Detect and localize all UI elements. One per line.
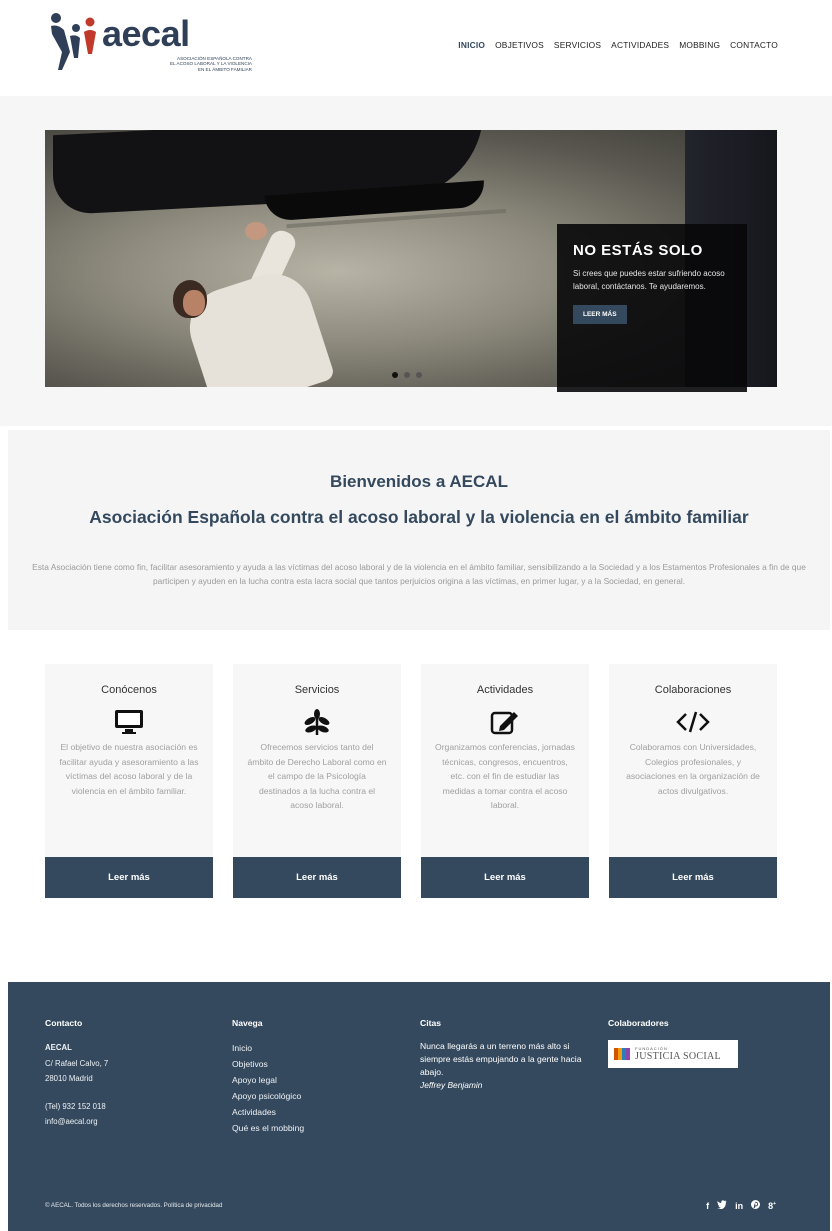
footer-nav: Navega Inicio Objetivos Apoyo legal Apoy… xyxy=(232,1018,304,1136)
monitor-icon xyxy=(109,706,149,738)
card-text: Colaboramos con Universidades, Colegios … xyxy=(626,742,760,796)
slide-caption: NO ESTÁS SOLO Si crees que puedes estar … xyxy=(557,224,747,392)
card-title: Actividades xyxy=(476,684,534,696)
google-plus-icon[interactable]: 8+ xyxy=(768,1196,776,1214)
nav-inicio[interactable]: INICIO xyxy=(458,38,485,52)
card-read-more-button[interactable]: Leer más xyxy=(45,857,213,898)
quote-text: Nunca llegarás a un terreno más alto si … xyxy=(420,1041,582,1077)
card-text: El objetivo de nuestra asociación es fac… xyxy=(59,742,199,796)
welcome-subtitle: Asociación Española contra el acoso labo… xyxy=(89,507,749,527)
footer-link-actividades[interactable]: Actividades xyxy=(232,1104,304,1120)
footer-link-objetivos[interactable]: Objetivos xyxy=(232,1056,304,1072)
footer-heading: Navega xyxy=(232,1018,263,1028)
nav-actividades[interactable]: ACTIVIDADES xyxy=(611,38,669,52)
footer-link-inicio[interactable]: Inicio xyxy=(232,1040,304,1056)
card-read-more-button[interactable]: Leer más xyxy=(609,857,777,898)
contact-address-2: 28010 Madrid xyxy=(45,1074,93,1083)
card-title: Conócenos xyxy=(101,684,157,696)
card-actividades: Actividades Organizamos conferencias, jo… xyxy=(421,664,589,898)
edit-icon xyxy=(485,706,525,738)
welcome-title: Bienvenidos a AECAL xyxy=(330,472,508,491)
twitter-icon[interactable] xyxy=(717,1196,728,1214)
logo-wordmark: aecal xyxy=(102,13,190,54)
main-nav: INICIO OBJETIVOS SERVICIOS ACTIVIDADES M… xyxy=(458,38,778,52)
contact-phone: (Tel) 932 152 018 xyxy=(45,1101,106,1111)
slide-image-man xyxy=(179,263,336,387)
copyright-text: © AECAL. Todos los derechos reservados. … xyxy=(45,1202,223,1209)
code-icon xyxy=(673,706,713,738)
leaf-icon xyxy=(297,706,337,738)
social-links: f in 8+ xyxy=(706,1196,776,1214)
footer-heading: Citas xyxy=(420,1018,442,1028)
slider-dot-3[interactable] xyxy=(416,372,422,378)
footer-heading: Colaboradores xyxy=(608,1018,669,1028)
welcome-section: Bienvenidos a AECAL Asociación Española … xyxy=(8,430,830,630)
footer-link-apoyo-psicologico[interactable]: Apoyo psicológico xyxy=(232,1088,304,1104)
footer-collaborators: Colaboradores FUNDACIÓN JUSTICIA SOCIAL xyxy=(608,1018,738,1068)
pinterest-icon[interactable] xyxy=(751,1196,761,1214)
footer-contact: Contacto AECAL C/ Rafael Calvo, 7 28010 … xyxy=(45,1018,108,1130)
facebook-icon[interactable]: f xyxy=(706,1196,709,1214)
justicia-social-logo[interactable]: FUNDACIÓN JUSTICIA SOCIAL xyxy=(608,1040,738,1068)
slide-text: Si crees que puedes estar sufriendo acos… xyxy=(573,269,725,291)
nav-servicios[interactable]: SERVICIOS xyxy=(554,38,601,52)
slide-title: NO ESTÁS SOLO xyxy=(573,242,703,259)
logo-tagline: ASOCIACIÓN ESPAÑOLA CONTRA EL ACOSO LABO… xyxy=(170,56,252,72)
card-read-more-button[interactable]: Leer más xyxy=(421,857,589,898)
card-text: Ofrecemos servicios tanto del ámbito de … xyxy=(247,742,387,810)
nav-contacto[interactable]: CONTACTO xyxy=(730,38,778,52)
card-text: Organizamos conferencias, jornadas técni… xyxy=(435,742,575,810)
nav-mobbing[interactable]: MOBBING xyxy=(679,38,720,52)
justicia-social-logo-icon xyxy=(614,1048,630,1060)
slider-dot-2[interactable] xyxy=(404,372,410,378)
card-colaboraciones: Colaboraciones Colaboramos con Universid… xyxy=(609,664,777,898)
welcome-text: Esta Asociación tiene como fin, facilita… xyxy=(32,562,806,586)
slider-dot-1[interactable] xyxy=(392,372,398,378)
card-title: Colaboraciones xyxy=(654,684,732,696)
logo[interactable]: aecal ASOCIACIÓN ESPAÑOLA CONTRA EL ACOS… xyxy=(48,12,252,78)
card-servicios: Servicios Ofrecemos servicios tanto del … xyxy=(233,664,401,898)
linkedin-icon[interactable]: in xyxy=(735,1196,743,1214)
card-read-more-button[interactable]: Leer más xyxy=(233,857,401,898)
footer-quotes: Citas Nunca llegarás a un terreno más al… xyxy=(420,1018,592,1090)
footer-heading: Contacto xyxy=(45,1018,83,1028)
card-title: Servicios xyxy=(294,684,340,696)
site-footer: Contacto AECAL C/ Rafael Calvo, 7 28010 … xyxy=(8,982,830,1231)
footer-link-mobbing[interactable]: Qué es el mobbing xyxy=(232,1120,304,1136)
card-conocenos: Conócenos El objetivo de nuestra asociac… xyxy=(45,664,213,898)
quote-author: Jeffrey Benjamin xyxy=(420,1080,483,1090)
contact-email-link[interactable]: info@aecal.org xyxy=(45,1114,108,1130)
slider-dots xyxy=(392,372,422,378)
logo-figures-icon xyxy=(51,13,96,70)
nav-objetivos[interactable]: OBJETIVOS xyxy=(495,38,544,52)
slide-read-more-button[interactable]: LEER MÁS xyxy=(573,305,627,324)
footer-link-apoyo-legal[interactable]: Apoyo legal xyxy=(232,1072,304,1088)
site-header: aecal ASOCIACIÓN ESPAÑOLA CONTRA EL ACOS… xyxy=(0,0,832,96)
contact-name: AECAL xyxy=(45,1043,72,1052)
contact-address-1: C/ Rafael Calvo, 7 xyxy=(45,1058,109,1068)
